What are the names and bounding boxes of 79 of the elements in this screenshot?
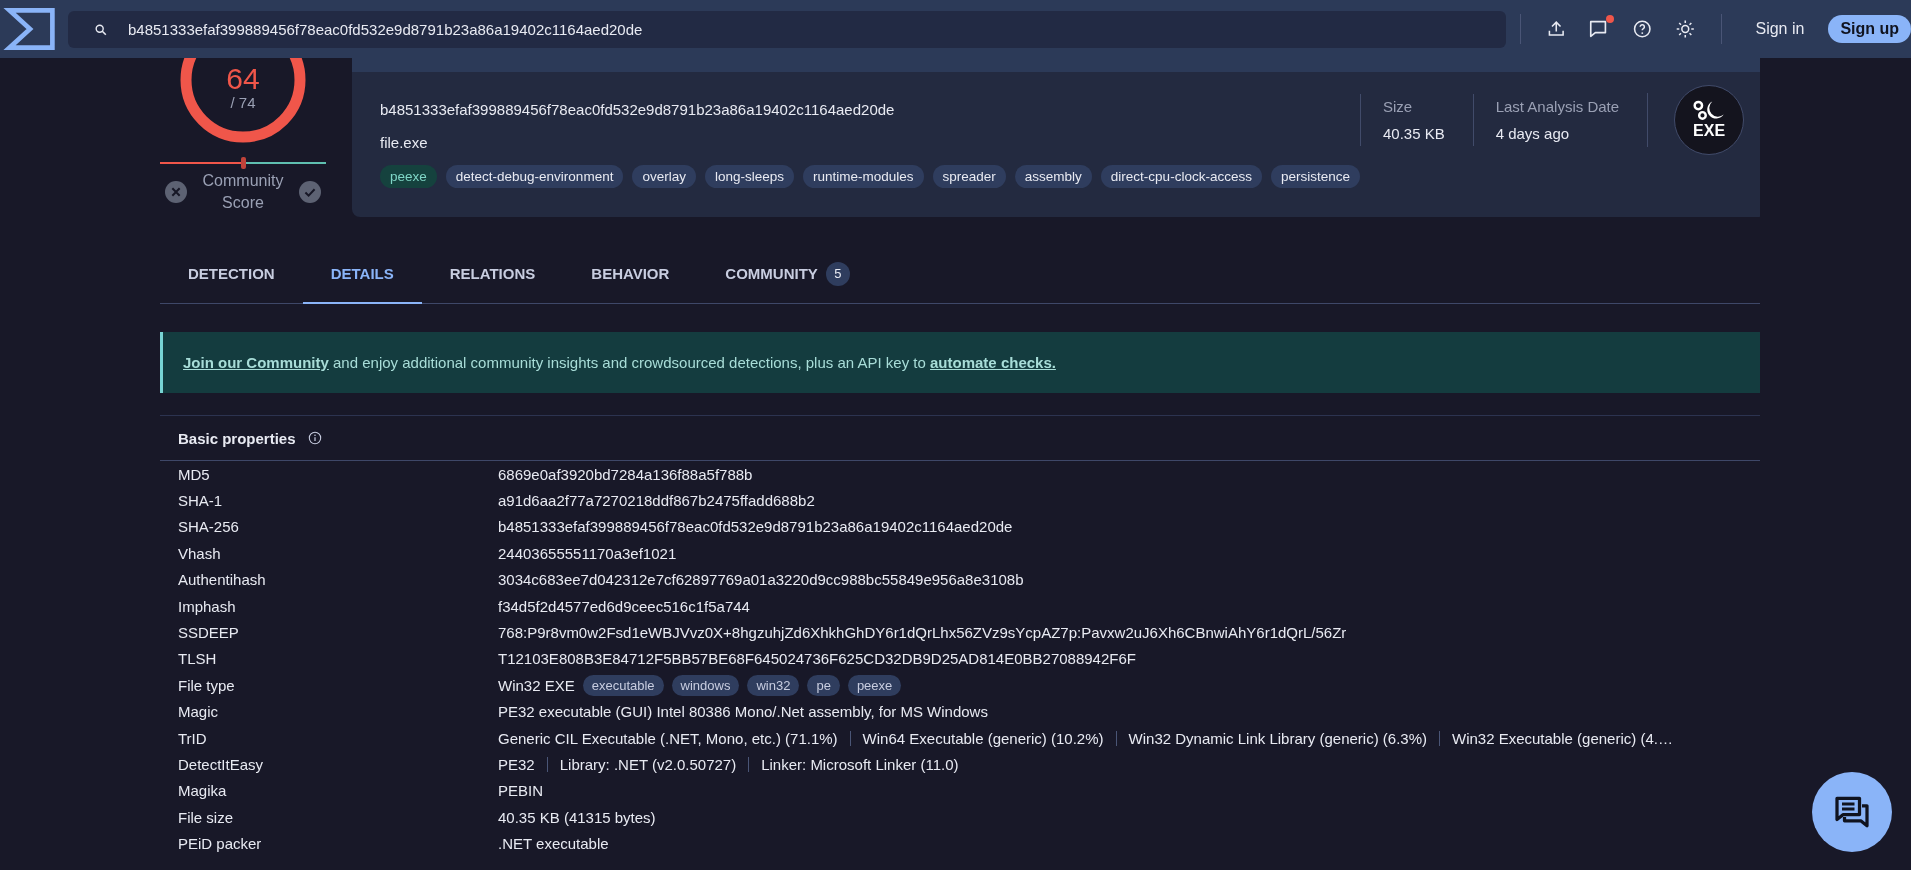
tag[interactable]: runtime-modules: [803, 165, 924, 188]
property-value: Library: .NET (v2.0.50727): [559, 756, 737, 773]
property-label: TLSH: [178, 650, 218, 668]
tab[interactable]: RELATIONS: [421, 245, 564, 304]
property-label: File size: [178, 808, 234, 826]
section-title: Basic properties: [178, 429, 296, 447]
property-value: a91d6aa2f77a7270218ddf867b2475ffadd688b2: [498, 492, 815, 510]
property-value: Win32 EXE: [498, 676, 575, 694]
info-icon[interactable]: [307, 431, 322, 445]
property-label: Vhash: [178, 544, 222, 562]
property-value: b4851333efaf399889456f78eac0fd532e9d8791b23a86a19402c1164aed20de: [498, 518, 1013, 536]
property-label: MD5: [178, 465, 211, 483]
engine-total: / 74: [229, 94, 257, 111]
tag[interactable]: overlay: [632, 165, 696, 188]
help-icon[interactable]: [1632, 18, 1653, 40]
property-label: File type: [178, 676, 236, 694]
property-value: Generic CIL Executable (.NET, Mono, etc.) (71.1%): [498, 729, 838, 747]
property-label: TrID: [178, 729, 208, 747]
property-label: DetectItEasy: [178, 756, 265, 773]
tab[interactable]: DETECTION: [160, 245, 303, 304]
tag[interactable]: pe: [807, 674, 840, 696]
property-value: 40.35 KB (41315 bytes): [498, 808, 656, 826]
file-hash: b4851333efaf399889456f78eac0fd532e9d8791b23a86a19402c1164aed20de: [380, 101, 896, 118]
property-value: 3034c683ee7d042312e7cf62897769a01a3220d9cc988bc55849e956a8e3108b: [498, 571, 1024, 589]
tab[interactable]: BEHAVIOR: [563, 245, 698, 304]
sun-icon[interactable]: [1675, 18, 1696, 40]
count-badge: 5: [825, 261, 850, 286]
search-icon: [94, 22, 108, 37]
property-value: PE32: [498, 756, 535, 773]
sign-in-link[interactable]: Sign in: [1755, 20, 1805, 38]
property-label: Magika: [178, 782, 228, 800]
tag[interactable]: detect-debug-environment: [445, 165, 624, 188]
tab[interactable]: COMMUNITY 5: [697, 245, 878, 304]
banner-text: Join our Community and enjoy additional community insights and crowdsourced detections, plus an API key to automate checks.: [183, 354, 1056, 371]
search-field[interactable]: b4851333efaf399889456f78eac0fd532e9d8791b23a86a19402c1164aed20de: [68, 10, 1506, 48]
property-label: Imphash: [178, 597, 237, 615]
property-value: Win32 Executable (generic) (4.…: [1452, 729, 1673, 747]
tag[interactable]: direct-cpu-clock-access: [1100, 165, 1262, 188]
check-icon[interactable]: [299, 181, 321, 203]
sign-up-button[interactable]: Sign up: [1828, 15, 1911, 43]
property-value: f34d5f2d4577ed6d9ceec516c1f5a744: [498, 597, 750, 615]
property-value: T12103E808B3E84712F5BB57BE68F645024736F625CD32DB9D25AD814E0BB27088942F6F: [498, 650, 1136, 668]
property-value: PE32 executable (GUI) Intel 80386 Mono/.Net assembly, for MS Windows: [498, 703, 988, 721]
stat-value: 4 days ago: [1495, 124, 1571, 142]
stat-label: Size: [1382, 97, 1414, 115]
file-type-badge: EXE: [1674, 84, 1745, 155]
tag[interactable]: win32: [747, 674, 800, 696]
tag[interactable]: long-sleeps: [704, 165, 794, 188]
close-icon[interactable]: [165, 181, 187, 203]
tag[interactable]: assembly: [1014, 165, 1092, 188]
file-name: file.exe: [380, 134, 429, 151]
property-value: Win64 Executable (generic) (10.2%): [862, 729, 1104, 747]
stat-value: 40.35 KB: [1382, 124, 1445, 142]
property-label: PEiD packer: [178, 835, 263, 853]
logo-icon[interactable]: [2, 5, 58, 53]
property-label: SHA-1: [178, 492, 224, 510]
community-score-label: Community Score: [201, 171, 285, 213]
property-value: Linker: Microsoft Linker (11.0): [761, 756, 959, 773]
stat-label: Last Analysis Date: [1495, 97, 1620, 115]
property-value: PEBIN: [498, 782, 543, 800]
property-value: 6869e0af3920bd7284a136f88a5f788b: [498, 465, 753, 483]
tab[interactable]: DETAILS: [302, 245, 422, 304]
property-label: SSDEEP: [178, 624, 240, 642]
property-value: 768:P9r8vm0w2Fsd1eWBJVvz0X+8hgzuhjZd6XhkhGhDY6r1dQrLhx56ZVz9sYcpAZ7p:Pavxw2uJ6Xh6CBnwiAhY6r1dQrL/56Zr: [498, 624, 1347, 642]
automate-checks-link[interactable]: automate checks.: [930, 354, 1056, 371]
tag[interactable]: persistence: [1270, 165, 1360, 188]
property-label: Magic: [178, 703, 219, 721]
tag[interactable]: peexe: [380, 165, 437, 188]
property-value: 24403655551170a3ef1021: [498, 544, 677, 562]
property-value: Win32 Dynamic Link Library (generic) (6.3%): [1128, 729, 1427, 747]
tag[interactable]: executable: [582, 674, 664, 696]
property-label: Authentihash: [178, 571, 267, 589]
join-community-link[interactable]: Join our Community: [183, 354, 329, 371]
tag[interactable]: spreader: [932, 165, 1006, 188]
property-value: .NET executable: [498, 835, 609, 853]
property-label: SHA-256: [178, 518, 240, 536]
detection-count: 64: [225, 62, 261, 96]
tag[interactable]: windows: [671, 674, 740, 696]
tag[interactable]: peexe: [847, 674, 902, 696]
